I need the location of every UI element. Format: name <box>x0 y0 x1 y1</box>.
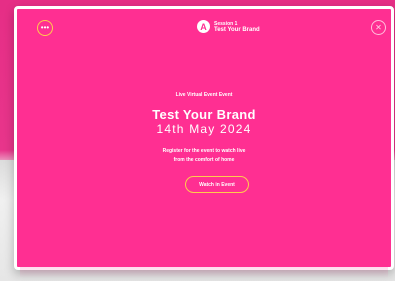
event-date: 14th May 2024 <box>156 122 252 136</box>
event-description: Register for the event to watch live fro… <box>17 147 391 165</box>
watch-event-button-label: Watch in Event <box>199 181 235 188</box>
description-line-1: Register for the event to watch live <box>162 148 246 154</box>
brand-logo-icon: A <box>197 20 210 33</box>
event-card: ••• A Session 1 Test Your Brand ✕ Live V… <box>14 6 394 270</box>
close-icon[interactable]: ✕ <box>371 20 386 35</box>
event-eyebrow: Live Virtual Event Event <box>175 92 233 98</box>
description-line-2: from the comfort of home <box>173 157 235 163</box>
more-dots-icon[interactable]: ••• <box>37 20 53 36</box>
card-reflection <box>20 262 388 278</box>
event-title: Test Your Brand <box>152 107 256 122</box>
brand-text: Session 1 Test Your Brand <box>214 21 260 33</box>
watch-event-button[interactable]: Watch in Event <box>185 176 249 193</box>
brand-title: Test Your Brand <box>214 26 260 33</box>
brand: A Session 1 Test Your Brand <box>197 20 260 33</box>
